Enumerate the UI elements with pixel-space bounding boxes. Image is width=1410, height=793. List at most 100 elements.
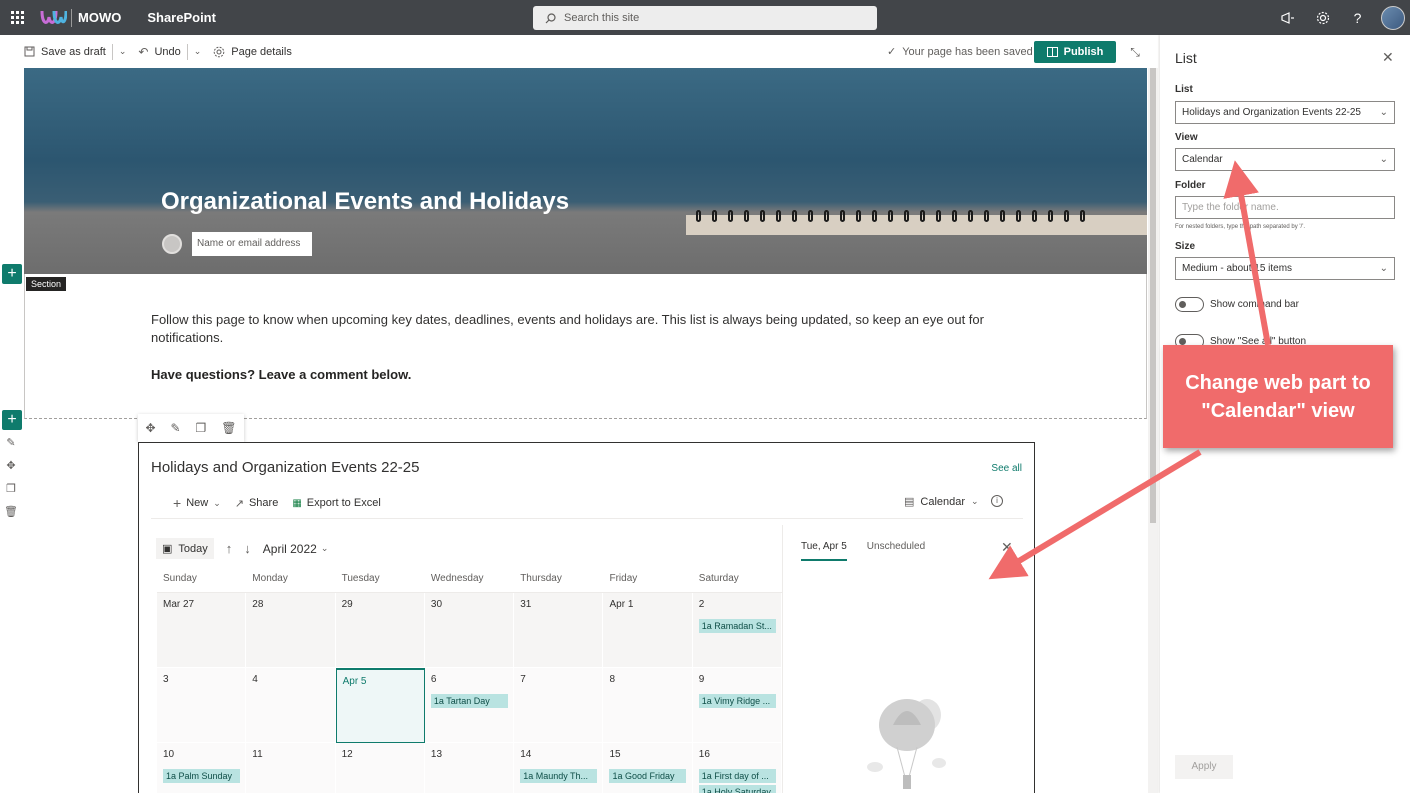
edit-icon[interactable]: ✎ bbox=[171, 421, 181, 435]
day-name: Wednesday bbox=[430, 573, 484, 584]
duplicate-icon[interactable]: ❐ bbox=[196, 421, 207, 435]
calendar-day-cell[interactable]: 29 bbox=[335, 593, 425, 668]
avatar[interactable] bbox=[1375, 0, 1410, 35]
new-button[interactable]: + New ⌄ bbox=[173, 495, 221, 511]
help-icon[interactable]: ? bbox=[1340, 0, 1375, 35]
close-icon[interactable]: ✕ bbox=[1382, 49, 1394, 66]
calendar-day-cell[interactable]: 4 bbox=[246, 668, 336, 743]
search-input[interactable]: Search this site bbox=[533, 6, 877, 30]
page-title[interactable]: Organizational Events and Holidays bbox=[161, 188, 569, 216]
move-icon[interactable]: ✥ bbox=[4, 459, 18, 473]
share-button[interactable]: ↗ Share bbox=[235, 497, 279, 510]
intro-paragraph[interactable]: Follow this page to know when upcoming k… bbox=[151, 311, 1011, 347]
folder-input[interactable]: Type the folder name. bbox=[1175, 196, 1395, 219]
calendar-day-cell[interactable]: 2 1a Ramadan St... bbox=[692, 593, 783, 668]
calendar-event[interactable]: 1a Vimy Ridge ... bbox=[698, 694, 776, 708]
app-name[interactable]: SharePoint bbox=[147, 10, 216, 25]
calendar-day-cell[interactable]: 8 bbox=[603, 668, 693, 743]
size-dropdown[interactable]: Medium - about 15 items ⌄ bbox=[1175, 257, 1395, 280]
arrow-down-icon[interactable]: ↓ bbox=[244, 541, 251, 556]
collapse-icon[interactable]: ⤡ bbox=[1124, 41, 1146, 63]
save-options-dropdown[interactable]: ⌄ bbox=[113, 35, 133, 68]
toggle-switch[interactable] bbox=[1175, 297, 1204, 312]
tab-unscheduled[interactable]: Unscheduled bbox=[867, 541, 925, 561]
month-selector[interactable]: April 2022 ⌄ bbox=[263, 542, 329, 556]
megaphone-icon[interactable] bbox=[1270, 0, 1305, 35]
author-input[interactable]: Name or email address bbox=[192, 232, 312, 256]
calendar-day-cell[interactable]: Apr 1 bbox=[603, 593, 693, 668]
edit-section-icon[interactable]: ✎ bbox=[4, 436, 18, 450]
delete-icon[interactable]: 🗑 bbox=[221, 421, 236, 435]
day-number: 13 bbox=[430, 749, 443, 760]
command-bar-toggle[interactable]: Show command bar bbox=[1175, 297, 1299, 312]
page-scrollbar-thumb[interactable] bbox=[1150, 68, 1156, 523]
calendar-day-cell[interactable]: 9 1a Vimy Ridge ... bbox=[692, 668, 783, 743]
calendar-event[interactable]: 1a Holy Saturday bbox=[698, 785, 776, 793]
calendar-day-cell[interactable]: 11 bbox=[246, 743, 336, 793]
page-details-button[interactable]: Page details bbox=[207, 35, 298, 68]
undo-options-dropdown[interactable]: ⌄ bbox=[188, 35, 208, 68]
brand-name: MOWO bbox=[71, 8, 121, 27]
apply-button[interactable]: Apply bbox=[1175, 755, 1233, 779]
chevron-down-icon: ⌄ bbox=[193, 46, 202, 56]
list-webpart[interactable]: Holidays and Organization Events 22-25 S… bbox=[138, 442, 1035, 793]
hero-banner[interactable]: Organizational Events and Holidays Name … bbox=[24, 68, 1147, 274]
calendar-event[interactable]: 1a Good Friday bbox=[609, 769, 687, 783]
export-excel-button[interactable]: ▦ Export to Excel bbox=[292, 497, 380, 509]
month-label: April 2022 bbox=[262, 541, 317, 556]
calendar-event[interactable]: 1a Palm Sunday bbox=[163, 769, 240, 783]
duplicate-icon[interactable]: ❐ bbox=[4, 482, 18, 496]
arrow-up-icon[interactable]: ↑ bbox=[226, 541, 233, 556]
app-launcher-icon[interactable] bbox=[0, 0, 35, 35]
view-dropdown[interactable]: Calendar ⌄ bbox=[1175, 148, 1395, 171]
calendar-day-cell[interactable]: 30 bbox=[424, 593, 515, 668]
calendar-day-cell[interactable]: 16 1a First day of ... 1a Holy Saturday bbox=[692, 743, 783, 793]
undo-button[interactable]: ↶ Undo bbox=[132, 35, 186, 68]
calendar-day-cell[interactable]: 13 bbox=[424, 743, 515, 793]
calendar-event[interactable]: 1a Ramadan St... bbox=[698, 619, 776, 633]
list-dropdown[interactable]: Holidays and Organization Events 22-25 ⌄ bbox=[1175, 101, 1395, 124]
pane-title: List bbox=[1175, 50, 1197, 66]
calendar-day-cell[interactable]: 3 bbox=[157, 668, 247, 743]
calendar-event[interactable]: 1a Maundy Th... bbox=[520, 769, 598, 783]
day-detail-panel: Tue, Apr 5 Unscheduled ✕ bbox=[782, 525, 1034, 793]
list-label: List bbox=[1175, 84, 1193, 95]
calendar-day-cell[interactable]: 31 bbox=[514, 593, 604, 668]
calendar-day-cell[interactable]: 12 bbox=[335, 743, 425, 793]
save-draft-button[interactable]: Save as draft bbox=[18, 35, 112, 68]
add-section-button-2[interactable]: + bbox=[2, 410, 22, 430]
calendar-day-cell[interactable]: 6 1a Tartan Day bbox=[424, 668, 515, 743]
day-name: Saturday bbox=[698, 573, 739, 584]
today-button[interactable]: ▣ Today bbox=[156, 538, 214, 559]
close-icon[interactable]: ✕ bbox=[1001, 539, 1013, 556]
callout-line-1: Change web part to bbox=[1185, 371, 1371, 394]
day-number: 12 bbox=[341, 749, 353, 760]
calendar-event[interactable]: 1a First day of ... bbox=[698, 769, 776, 783]
calendar-day-cell[interactable]: 28 bbox=[246, 593, 336, 668]
calendar-day-cell[interactable]: 15 1a Good Friday bbox=[603, 743, 693, 793]
calendar-day-cell[interactable]: 14 1a Maundy Th... bbox=[514, 743, 604, 793]
move-icon[interactable]: ✥ bbox=[145, 421, 155, 435]
webpart-title: Holidays and Organization Events 22-25 bbox=[151, 459, 420, 476]
delete-icon[interactable]: 🗑 bbox=[4, 505, 18, 519]
day-number: 16 bbox=[698, 749, 710, 760]
calendar-day-cell[interactable]: 7 bbox=[514, 668, 604, 743]
questions-text[interactable]: Have questions? Leave a comment below. bbox=[151, 367, 411, 382]
chevron-down-icon: ⌄ bbox=[1379, 154, 1388, 165]
add-section-button[interactable]: + bbox=[2, 264, 22, 284]
calendar-day-cell[interactable]: Mar 27 bbox=[157, 593, 247, 668]
tab-selected-day[interactable]: Tue, Apr 5 bbox=[801, 541, 847, 561]
calendar-day-cell[interactable]: Apr 5 bbox=[335, 668, 425, 743]
day-number: 8 bbox=[609, 674, 616, 685]
plus-icon: + bbox=[173, 495, 182, 511]
calendar-event[interactable]: 1a Tartan Day bbox=[430, 694, 508, 708]
today-label: Today bbox=[178, 542, 208, 555]
info-icon[interactable]: i bbox=[991, 495, 1003, 507]
view-selector[interactable]: ▤ Calendar ⌄ bbox=[904, 495, 979, 509]
mowo-logo-icon bbox=[40, 10, 67, 24]
day-name: Sunday bbox=[163, 573, 197, 584]
gear-icon[interactable] bbox=[1305, 0, 1340, 35]
publish-button[interactable]: Publish bbox=[1034, 41, 1116, 63]
calendar-day-cell[interactable]: 10 1a Palm Sunday bbox=[157, 743, 247, 793]
see-all-link[interactable]: See all bbox=[991, 463, 1022, 474]
